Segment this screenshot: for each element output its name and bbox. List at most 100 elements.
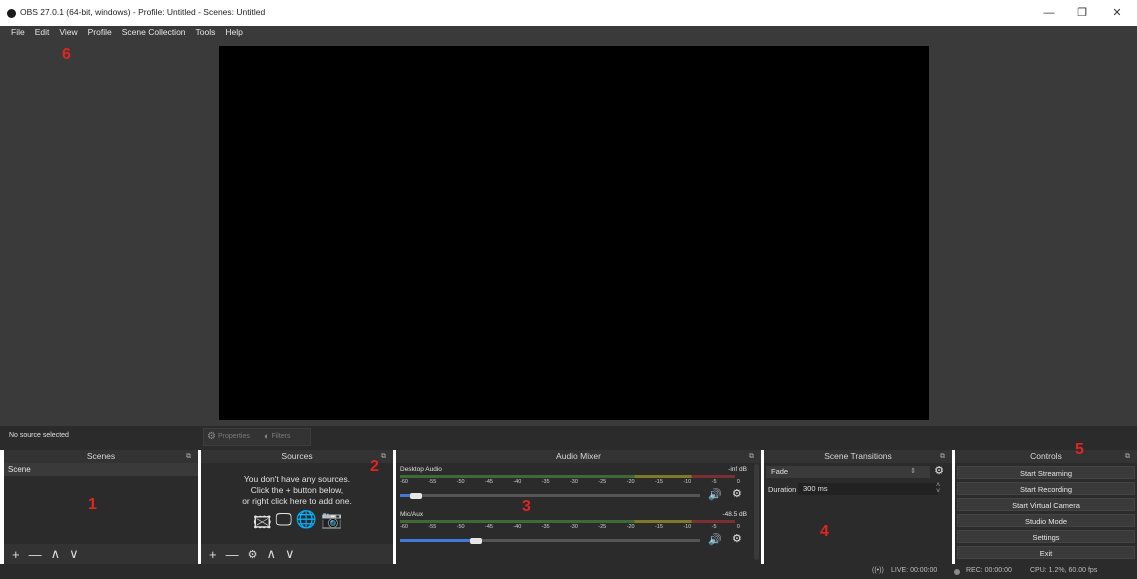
mixer-header: Audio Mixer ⧉	[396, 450, 761, 463]
meter-tick-label: -25	[598, 479, 607, 485]
meter-tick-label: -55	[428, 479, 437, 485]
start-streaming-button[interactable]: Start Streaming	[957, 466, 1135, 479]
spin-icon[interactable]: ⇕	[910, 467, 916, 475]
gear-icon[interactable]: ⚙	[732, 487, 742, 500]
menu-profile[interactable]: Profile	[88, 27, 112, 37]
annotation-4: 4	[820, 523, 829, 540]
mixer-title: Audio Mixer	[556, 451, 601, 461]
plus-icon[interactable]: +	[12, 547, 20, 562]
float-icon[interactable]: ⧉	[749, 450, 754, 463]
channel-db: -48.5 dB	[722, 511, 747, 518]
display-icon: 🖵	[275, 510, 292, 529]
float-icon[interactable]: ⧉	[381, 450, 386, 463]
properties-label: Properties	[217, 433, 250, 440]
volume-slider-handle[interactable]	[470, 537, 482, 544]
gear-icon[interactable]: ⚙	[732, 532, 742, 545]
maximize-button[interactable]: ❐	[1075, 6, 1089, 20]
sources-title: Sources	[281, 451, 313, 461]
meter-tick-label: -50	[456, 524, 465, 530]
obs-logo-icon	[7, 9, 16, 18]
window-title: OBS 27.0.1 (64-bit, windows) - Profile: …	[20, 7, 266, 17]
mixer-scrollbar[interactable]	[754, 464, 759, 560]
broadcast-icon: ((•))	[872, 567, 884, 574]
float-icon[interactable]: ⧉	[186, 450, 191, 463]
meter-tick-label: -35	[541, 524, 550, 530]
properties-button[interactable]: ⚙ Properties	[207, 431, 250, 442]
meter-tick-label: -45	[484, 524, 493, 530]
filters-label: Filters	[271, 432, 291, 440]
meter-tick-label: -25	[598, 524, 607, 530]
volume-slider-handle[interactable]	[410, 492, 422, 499]
down-icon[interactable]: ∨	[69, 546, 79, 562]
sources-dock: Sources ⧉ You don't have any sources. Cl…	[201, 450, 393, 564]
menu-tools[interactable]: Tools	[196, 27, 216, 37]
start-virtual-camera-button[interactable]: Start Virtual Camera	[957, 498, 1135, 511]
meter-tick-label: -45	[484, 479, 493, 485]
gear-icon: ⚙	[207, 431, 216, 442]
float-icon[interactable]: ⧉	[940, 450, 945, 463]
minimize-button[interactable]: —	[1042, 6, 1056, 20]
float-icon[interactable]: ⧉	[1125, 450, 1130, 463]
source-status: No source selected	[9, 432, 69, 439]
menu-bar: File Edit View Profile Scene Collection …	[0, 26, 1137, 38]
rec-timer: REC: 00:00:00	[966, 567, 1012, 574]
transition-select[interactable]: Fade	[766, 466, 930, 478]
globe-icon: 🌐	[295, 510, 318, 529]
exit-button[interactable]: Exit	[957, 546, 1135, 559]
channel-name: Mic/Aux	[400, 511, 424, 518]
meter-tick-label: -10	[683, 524, 692, 530]
annotation-5: 5	[1075, 441, 1084, 458]
speaker-icon[interactable]: 🔊	[708, 488, 722, 501]
annotation-1: 1	[88, 496, 97, 513]
meter-tick-label: -40	[513, 524, 522, 530]
empty-line: or right click here to add one.	[242, 496, 352, 506]
meter-tick-label: -40	[513, 479, 522, 485]
minus-icon[interactable]: —	[226, 547, 239, 562]
meter-tick-label: -55	[428, 524, 437, 530]
empty-line: You don't have any sources.	[243, 474, 351, 484]
down-icon[interactable]: ∨	[285, 546, 295, 562]
menu-view[interactable]: View	[59, 27, 77, 37]
studio-mode-button[interactable]: Studio Mode	[957, 514, 1135, 527]
meter-tick-label: -5	[711, 479, 717, 485]
volume-slider-fill	[400, 539, 472, 542]
scene-list-item[interactable]: Scene	[4, 463, 198, 476]
source-type-icons: 🖾 🖵 🌐 📷	[253, 510, 342, 539]
menu-help[interactable]: Help	[225, 27, 242, 37]
menu-file[interactable]: File	[11, 27, 25, 37]
meter-tick-label: -60	[400, 479, 408, 485]
meter-tick-label: 0	[736, 479, 740, 485]
speaker-icon[interactable]: 🔊	[708, 533, 722, 546]
minus-icon[interactable]: —	[29, 547, 42, 562]
settings-button[interactable]: Settings	[957, 530, 1135, 543]
filters-button[interactable]: ◐ Filters	[264, 431, 291, 441]
annotation-3: 3	[522, 498, 531, 515]
up-icon[interactable]: ∧	[266, 546, 276, 562]
start-recording-button[interactable]: Start Recording	[957, 482, 1135, 495]
filter-icon: ◐	[264, 431, 270, 441]
gear-icon[interactable]: ⚙	[248, 548, 258, 561]
preview-canvas[interactable]	[219, 46, 929, 420]
meter-tick-label: -20	[626, 524, 635, 530]
scenes-footer: + — ∧ ∨	[4, 544, 198, 564]
meter-tick-label: -35	[541, 479, 550, 485]
gear-icon[interactable]: ⚙	[934, 464, 944, 477]
meter-ticks: -60 -55 -50 -45 -40 -35 -30 -25 -20 -15 -10 -5 0	[400, 524, 740, 530]
close-button[interactable]: ✕	[1110, 6, 1124, 20]
meter-tick-label: -30	[569, 479, 578, 485]
plus-icon[interactable]: +	[209, 547, 217, 562]
meter-tick-label: 0	[736, 524, 740, 530]
duration-field[interactable]: 300 ms	[798, 483, 938, 495]
controls-dock: Controls ⧉ Start Streaming Start Recordi…	[955, 450, 1137, 564]
empty-line: Click the + button below,	[250, 485, 344, 495]
volume-slider[interactable]	[400, 494, 700, 497]
menu-scene-collection[interactable]: Scene Collection	[122, 27, 186, 37]
duration-stepper[interactable]: ˄ ˅	[936, 482, 940, 495]
scenes-dock: Scenes ⧉ Scene + — ∧ ∨	[4, 450, 198, 564]
rec-indicator	[954, 569, 960, 575]
sources-empty-message[interactable]: You don't have any sources. Click the + …	[201, 474, 393, 507]
meter-tick-label: -5	[711, 524, 717, 530]
camera-icon: 📷	[321, 510, 343, 529]
up-icon[interactable]: ∧	[51, 546, 61, 562]
menu-edit[interactable]: Edit	[35, 27, 50, 37]
